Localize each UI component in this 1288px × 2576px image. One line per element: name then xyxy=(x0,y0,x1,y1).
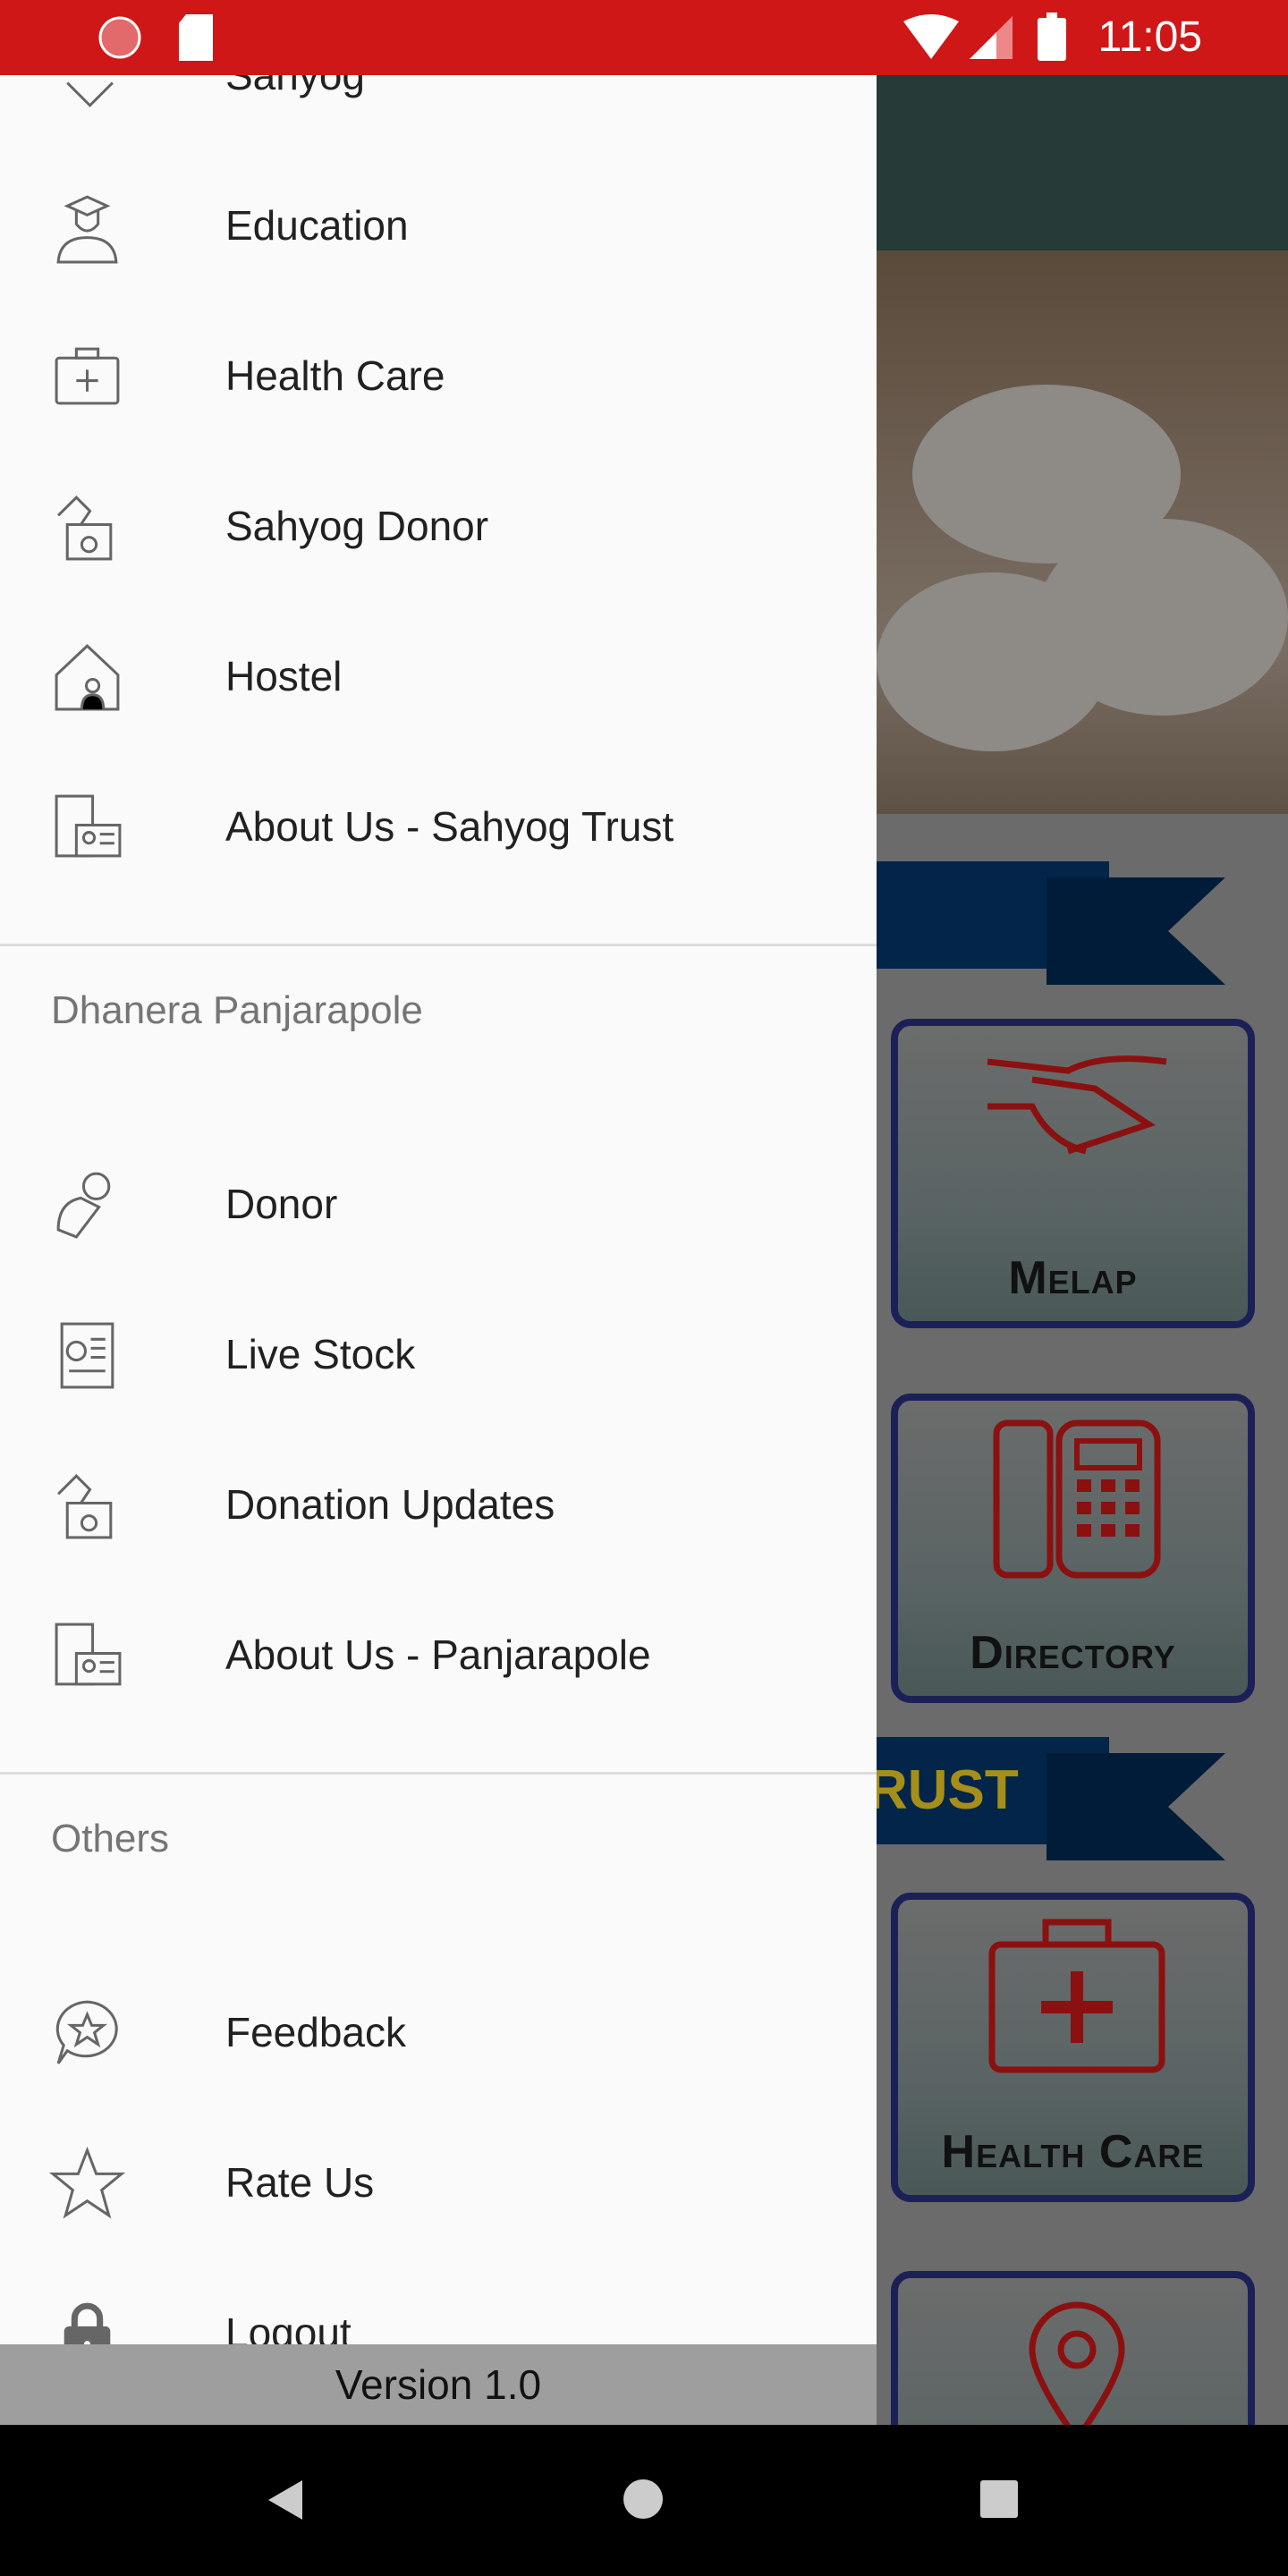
location-card xyxy=(891,2271,1255,2425)
drawer-item-label: Education xyxy=(225,202,409,249)
drawer-item-label: Donation Updates xyxy=(225,1481,555,1528)
telephone-icon xyxy=(993,1419,1161,1579)
battery-icon xyxy=(1038,13,1066,61)
handshake-icon xyxy=(987,1055,1167,1155)
drawer-item-label: Donor xyxy=(225,1181,338,1227)
chat-star-icon xyxy=(55,2000,118,2064)
sd-card-icon xyxy=(179,14,213,61)
section-ribbon xyxy=(877,861,1225,985)
house-icon xyxy=(55,643,120,710)
section-divider xyxy=(0,1772,877,1775)
status-bar: 11:05 xyxy=(0,0,1288,75)
banner-image xyxy=(877,250,1288,814)
health-care-card: Health Care xyxy=(891,1893,1255,2202)
hand-coin-icon xyxy=(56,1172,111,1239)
donation-box-icon xyxy=(57,1473,113,1538)
drawer-item-label: Sahyog xyxy=(225,75,366,98)
graduate-icon xyxy=(56,194,118,263)
system-nav-bar xyxy=(0,2425,1288,2576)
drawer-item-live-stock[interactable]: Live Stock xyxy=(0,1279,877,1429)
directory-card: Directory xyxy=(891,1394,1255,1703)
star-icon xyxy=(49,2146,125,2218)
handshake-icon xyxy=(66,81,114,107)
home-icon[interactable] xyxy=(623,2479,664,2520)
signal-icon xyxy=(970,16,1013,59)
drawer-item-about-us-panjarapole[interactable]: About Us - Panjarapole xyxy=(0,1580,877,1730)
drawer-item-label: Hostel xyxy=(225,653,343,699)
drawer-item-about-us-sahyog-trust[interactable]: About Us - Sahyog Trust xyxy=(0,751,877,902)
section-header: Dhanera Panjarapole xyxy=(51,988,423,1032)
drawer-item-health-care[interactable]: Health Care xyxy=(0,301,877,451)
drawer-item-donor[interactable]: Donor xyxy=(0,1129,877,1279)
recents-icon[interactable] xyxy=(980,2480,1018,2518)
drawer-item-label: Logout xyxy=(225,2309,352,2344)
location-pin-icon xyxy=(1029,2301,1125,2425)
navigation-drawer: Sahyog Education Health Care Sahyog Dono… xyxy=(0,75,877,2344)
report-scroll-icon xyxy=(60,1322,114,1388)
drawer-item-label: Sahyog Donor xyxy=(225,503,489,549)
drawer-item-label: Live Stock xyxy=(225,1331,416,1377)
version-label: Version 1.0 xyxy=(0,2344,877,2425)
drawer-item-label: About Us - Sahyog Trust xyxy=(225,803,674,850)
drawer-item-sahyog[interactable]: Sahyog xyxy=(0,75,877,150)
drawer-item-label: Feedback xyxy=(225,2009,407,2055)
drawer-item-education[interactable]: Education xyxy=(0,150,877,301)
drawer-item-label: About Us - Panjarapole xyxy=(225,1631,651,1678)
drawer-item-rate-us[interactable]: Rate Us xyxy=(0,2107,877,2258)
notification-icon xyxy=(98,16,141,59)
melap-card: Melap xyxy=(891,1019,1255,1328)
drawer-item-sahyog-donor[interactable]: Sahyog Donor xyxy=(0,451,877,601)
drawer-item-label: Rate Us xyxy=(225,2159,375,2206)
clock: 11:05 xyxy=(1097,13,1202,61)
section-header: Others xyxy=(51,1817,170,1860)
lock-icon xyxy=(64,2302,111,2344)
wifi-icon xyxy=(903,14,959,59)
medical-kit-icon xyxy=(988,1919,1165,2073)
drawer-item-donation-updates[interactable]: Donation Updates xyxy=(0,1429,877,1580)
drawer-item-feedback[interactable]: Feedback xyxy=(0,1957,877,2107)
medical-kit-icon xyxy=(55,347,120,404)
drawer-item-logout[interactable]: Logout xyxy=(0,2258,877,2344)
back-icon[interactable] xyxy=(267,2479,306,2521)
drawer-item-hostel[interactable]: Hostel xyxy=(0,601,877,751)
section-ribbon-trust: RUST xyxy=(877,1737,1225,1860)
drawer-item-label: Health Care xyxy=(225,352,445,399)
section-divider xyxy=(0,944,877,946)
id-card-building-icon xyxy=(55,1623,122,1685)
donation-box-icon xyxy=(57,495,113,560)
app-toolbar xyxy=(877,75,1288,250)
home-screen-dimmed: Melap Directory RUST Health Care xyxy=(877,75,1288,2425)
id-card-building-icon xyxy=(55,794,122,857)
